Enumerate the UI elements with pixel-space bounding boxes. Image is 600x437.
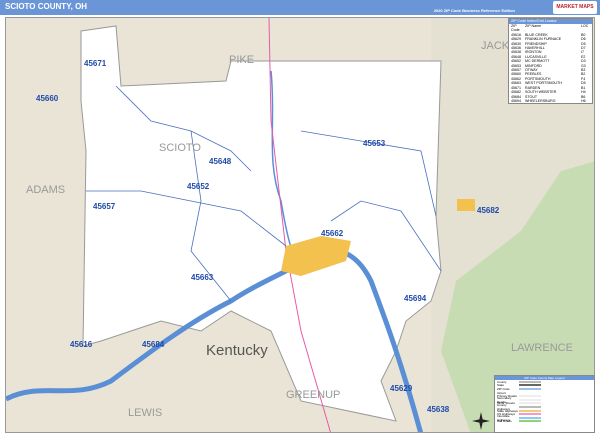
zip-label-45662: 45662 — [321, 229, 344, 238]
zip-label-45694: 45694 — [404, 294, 427, 303]
header-bar: SCIOTO COUNTY, OH 2020 ZIP Code Business… — [0, 0, 600, 15]
col-zip: ZIP Code — [511, 24, 520, 33]
zip-label-45682: 45682 — [477, 206, 500, 215]
map-svg: 45671 45660 45648 45653 45652 45657 4568… — [6, 18, 594, 432]
legend-swatch-icon — [519, 398, 541, 401]
zip-table-row: 45694 WHEELERSBURG H6 — [509, 99, 592, 103]
zip-table-cell: H6 — [581, 98, 586, 103]
region-label-lewis: LEWIS — [128, 407, 162, 419]
legend-swatch-icon — [519, 416, 541, 419]
legend-swatch-icon — [519, 380, 541, 383]
edition-label: 2020 ZIP Code Business Reference Edition — [433, 8, 515, 13]
region-label-scioto: SCIOTO — [159, 142, 201, 154]
legend-swatch-icon — [519, 409, 541, 412]
map-title: SCIOTO COUNTY, OH — [5, 2, 88, 11]
publisher-logo: MARKET MAPS — [553, 1, 597, 14]
zip-label-45684: 45684 — [142, 340, 165, 349]
zip-label-45648: 45648 — [209, 157, 232, 166]
zip-index-table: ZIP Code Index/Grid Locator ZIP Code ZIP… — [508, 18, 593, 105]
zip-label-45653: 45653 — [363, 139, 386, 148]
zip-label-45652: 45652 — [187, 182, 210, 191]
zip-table-cell: WHEELERSBURG — [525, 98, 556, 103]
legend-swatch-icon — [519, 391, 541, 394]
zip-label-45638: 45638 — [427, 405, 450, 414]
legend-swatch-icon — [519, 405, 541, 408]
legend-swatch-icon — [519, 395, 541, 398]
region-label-kentucky: Kentucky — [206, 342, 268, 359]
legend-swatch-icon — [519, 413, 541, 416]
zip-table-cell: 45694 — [511, 98, 521, 103]
col-name: ZIP Name — [525, 24, 542, 28]
zip-label-45663: 45663 — [191, 273, 214, 282]
zip-label-45629: 45629 — [390, 384, 413, 393]
south-webster-city — [457, 199, 475, 211]
zip-label-45660: 45660 — [36, 94, 59, 103]
legend-swatch-icon — [519, 402, 541, 405]
map-legend: ZIP Code County Map Legend County State ZI… — [494, 375, 595, 433]
zip-table-header: ZIP Code ZIP Name LOC — [509, 24, 592, 33]
region-label-pike: PIKE — [229, 54, 254, 66]
legend-item: Rail Roads — [495, 419, 594, 424]
legend-swatch-icon — [519, 420, 541, 423]
zip-label-45671: 45671 — [84, 59, 107, 68]
map-canvas[interactable]: 45671 45660 45648 45653 45652 45657 4568… — [5, 17, 595, 433]
region-label-greenup: GREENUP — [286, 389, 340, 401]
col-loc: LOC — [581, 24, 589, 28]
region-label-adams: ADAMS — [26, 184, 65, 196]
region-label-lawrence: LAWRENCE — [511, 342, 573, 354]
zip-label-45616: 45616 — [70, 340, 93, 349]
legend-label: Rail Roads — [497, 419, 512, 424]
zip-label-45657: 45657 — [93, 202, 116, 211]
legend-swatch-icon — [519, 384, 541, 387]
legend-swatch-icon — [519, 387, 541, 390]
